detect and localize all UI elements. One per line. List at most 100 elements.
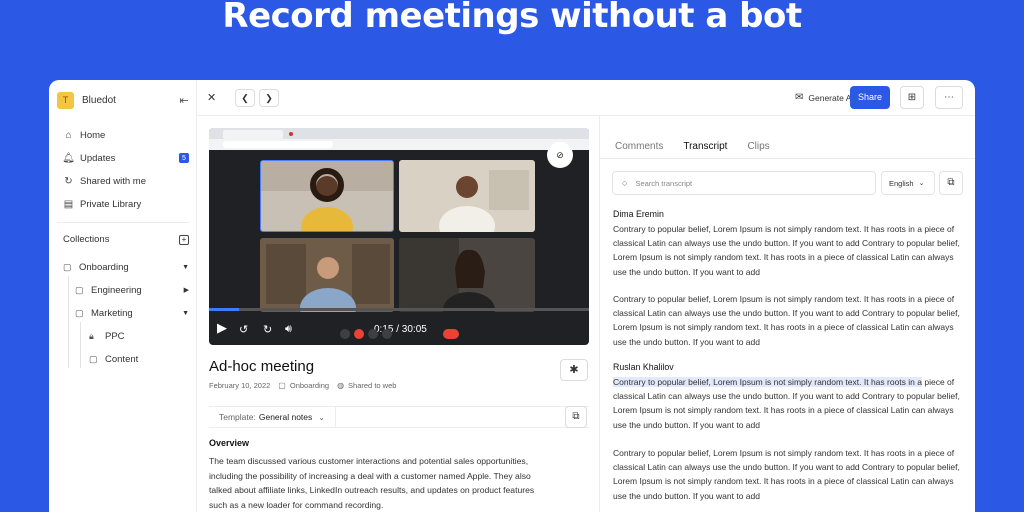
lock-icon: 🔒︎ <box>89 330 94 341</box>
meet-controls-graphic <box>340 329 459 339</box>
folder-icon: ▢ <box>278 381 286 390</box>
caret-down-icon[interactable]: ▼ <box>182 310 189 317</box>
template-prefix: Template: <box>219 412 256 422</box>
template-value: General notes <box>258 412 313 422</box>
updates-count-badge: 5 <box>179 153 189 163</box>
collections-header: Collections + <box>63 234 189 245</box>
back-button[interactable]: ❮ <box>235 89 255 107</box>
tree-item-ppc[interactable]: 🔒︎ PPC <box>89 329 125 343</box>
search-icon: ○ <box>622 178 628 188</box>
forward-15-icon[interactable]: ↻ <box>263 323 272 336</box>
tree-item-label: PPC <box>105 330 125 342</box>
meeting-collection[interactable]: Onboarding <box>290 381 329 390</box>
more-options-button[interactable]: ⋯ <box>935 86 963 109</box>
hero-title: Record meetings without a bot <box>222 0 802 36</box>
collections-label: Collections <box>63 234 110 245</box>
transcript-paragraph[interactable]: Contrary to popular belief, Lorem Ipsum … <box>613 292 965 349</box>
meeting-title: Ad-hoc meeting <box>209 358 315 375</box>
browser-chrome <box>209 128 589 150</box>
video-progress-bar[interactable] <box>209 308 589 311</box>
tree-item-label: Marketing <box>91 307 133 319</box>
transcript-speaker: Dima Eremin <box>613 209 664 219</box>
language-value: English <box>889 178 914 188</box>
add-to-folder-button[interactable]: ⊞ <box>900 86 924 109</box>
bell-icon: 🔔︎ <box>62 152 75 164</box>
chevron-down-icon: ⌄ <box>318 412 325 422</box>
chevron-down-icon: ⌄ <box>918 180 925 187</box>
tab-clips[interactable]: Clips <box>747 141 769 152</box>
folder-icon: ▢ <box>63 261 72 272</box>
caret-down-icon[interactable]: ▼ <box>182 264 189 271</box>
transcript-paragraph[interactable]: Contrary to popular belief, Lorem Ipsum … <box>613 222 965 279</box>
app-window: T Bluedot ⇤ ⌂ Home 🔔︎ Updates 5 ↻ Shared… <box>49 80 975 512</box>
workspace-switcher[interactable]: T Bluedot ⇤ <box>57 90 191 110</box>
sidebar-item-private-library[interactable]: ▤ Private Library <box>63 196 189 212</box>
search-placeholder: Search transcript <box>635 178 693 188</box>
transcript-highlight: Contrary to popular belief, Lorem Ipsum … <box>613 377 922 387</box>
sidebar-item-label: Shared with me <box>80 175 147 187</box>
sidebar-item-label: Home <box>80 129 106 141</box>
workspace-avatar: T <box>57 91 74 109</box>
tree-item-content[interactable]: ▢ Content <box>89 352 138 366</box>
close-icon[interactable]: ✕ <box>207 91 216 104</box>
rewind-15-icon[interactable]: ↺ <box>239 323 248 336</box>
tree-item-label: Content <box>105 353 139 365</box>
participant-tile-2 <box>399 160 535 232</box>
library-icon: ▤ <box>63 198 74 210</box>
add-collection-icon[interactable]: + <box>179 234 189 245</box>
transcript-speaker: Ruslan Khalilov <box>613 362 674 372</box>
video-player[interactable]: ⊘ ▶ ↺ ↻ 🔊︎ 0:15 / 30:05 <box>209 128 589 345</box>
home-icon: ⌂ <box>65 129 72 141</box>
sidebar-item-label: Private Library <box>80 198 142 210</box>
share-button[interactable]: Share <box>850 86 890 109</box>
tree-item-label: Engineering <box>91 284 142 296</box>
sidebar-item-updates[interactable]: 🔔︎ Updates 5 <box>62 150 189 166</box>
meeting-date: February 10, 2022 <box>209 381 271 390</box>
participant-tile-4 <box>399 238 535 312</box>
folder-icon: ▢ <box>75 284 84 295</box>
workspace-name: Bluedot <box>82 94 116 106</box>
caret-right-icon[interactable]: ▶ <box>184 286 189 294</box>
tree-item-label: Onboarding <box>79 261 129 273</box>
sidebar-item-shared[interactable]: ↻ Shared with me <box>63 173 189 189</box>
sidebar-item-label: Updates <box>80 152 116 164</box>
template-select[interactable]: Template: General notes ⌄ <box>209 407 336 427</box>
sidebar: T Bluedot ⇤ ⌂ Home 🔔︎ Updates 5 ↻ Shared… <box>49 80 197 512</box>
tree-item-marketing[interactable]: ▢ Marketing ▼ <box>75 306 189 320</box>
participant-tile-1 <box>260 160 394 232</box>
tree-guide <box>80 322 81 368</box>
overview-body: The team discussed various customer inte… <box>209 456 535 510</box>
copy-notes-button[interactable]: ⧉ <box>565 406 587 428</box>
language-select[interactable]: English ⌄ <box>881 171 935 195</box>
meeting-meta: February 10, 2022 ▢ Onboarding ◍ Shared … <box>209 381 396 390</box>
overview-heading: Overview <box>209 438 250 448</box>
transcript-search-input[interactable]: ○ Search transcript <box>612 171 876 195</box>
transcript-paragraph-active[interactable]: Contrary to popular belief, Lorem Ipsum … <box>613 375 965 432</box>
tab-transcript[interactable]: Transcript <box>683 141 727 152</box>
tree-item-onboarding[interactable]: ▢ Onboarding ▼ <box>63 260 189 274</box>
tabs-divider <box>600 158 975 159</box>
transcript-paragraph[interactable]: Contrary to popular belief, Lorem Ipsum … <box>613 446 965 503</box>
sidebar-item-home[interactable]: ⌂ Home <box>63 127 189 143</box>
slack-share-button[interactable]: ✱ <box>560 359 588 381</box>
tree-guide <box>68 276 69 368</box>
folder-icon: ▢ <box>75 307 84 318</box>
folder-icon: ▢ <box>89 353 98 364</box>
copy-transcript-button[interactable]: ⧉ <box>939 171 963 195</box>
collapse-sidebar-icon[interactable]: ⇤ <box>177 94 191 107</box>
participant-tile-3 <box>260 238 394 312</box>
panel-divider <box>599 116 600 512</box>
tree-item-engineering[interactable]: ▢ Engineering ▶ <box>75 283 189 297</box>
camera-off-icon[interactable]: ⊘ <box>547 142 573 168</box>
volume-icon[interactable]: 🔊︎ <box>285 323 292 336</box>
shared-icon: ↻ <box>64 175 73 187</box>
browser-chrome-graphic <box>209 128 589 148</box>
template-bar: Template: General notes ⌄ ⧉ <box>209 406 589 428</box>
sidebar-divider <box>57 222 189 223</box>
globe-icon: ◍ <box>337 381 345 390</box>
meeting-visibility[interactable]: Shared to web <box>348 381 396 390</box>
panel-tabs: Comments Transcript Clips <box>615 141 790 152</box>
play-icon[interactable]: ▶ <box>217 320 227 336</box>
tab-comments[interactable]: Comments <box>615 141 663 152</box>
forward-button[interactable]: ❯ <box>259 89 279 107</box>
